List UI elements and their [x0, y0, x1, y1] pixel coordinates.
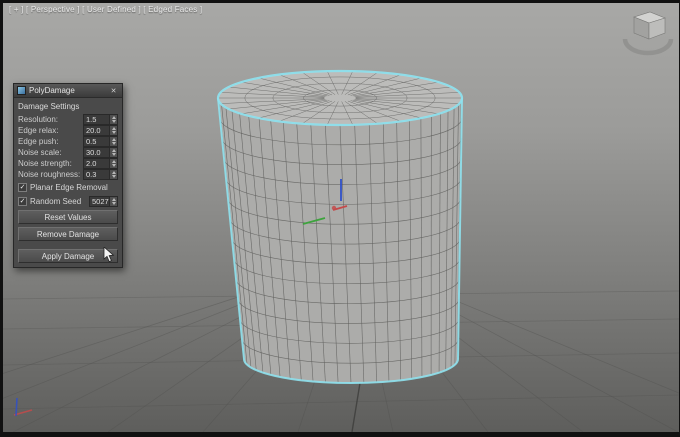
field-value: 30.0 — [86, 147, 101, 157]
remove-damage-button[interactable]: Remove Damage — [18, 227, 118, 241]
field-row-noise-strength: Noise strength: 2.0 — [14, 157, 122, 169]
viewcube[interactable] — [622, 11, 674, 56]
spinner[interactable] — [109, 147, 117, 157]
cylinder-object[interactable] — [216, 69, 464, 384]
viewport-3d[interactable]: [ + ] [ Perspective ] [ User Defined ] [… — [3, 3, 679, 432]
field-label: Noise roughness: — [18, 169, 81, 179]
planar-edge-removal-row: ✓ Planar Edge Removal — [14, 181, 122, 193]
field-label: Edge relax: — [18, 125, 59, 135]
field-row-noise-scale: Noise scale: 30.0 — [14, 146, 122, 158]
noise-strength-input[interactable]: 2.0 — [83, 157, 118, 169]
field-label: Resolution: — [18, 114, 59, 124]
polydamage-icon — [17, 86, 26, 95]
field-label: Noise scale: — [18, 147, 62, 157]
field-value: 0.5 — [86, 136, 97, 146]
edge-relax-input[interactable]: 20.0 — [83, 124, 118, 136]
spinner[interactable] — [109, 169, 117, 179]
application-window: [ + ] [ Perspective ] [ User Defined ] [… — [0, 0, 680, 437]
spinner[interactable] — [109, 158, 117, 168]
field-value: 5027 — [92, 196, 109, 206]
checkbox-label: Random Seed — [30, 196, 82, 206]
field-row-edge-relax: Edge relax: 20.0 — [14, 124, 122, 136]
polydamage-dialog: PolyDamage ✕ Damage Settings Resolution:… — [13, 83, 123, 268]
noise-roughness-input[interactable]: 0.3 — [83, 168, 118, 180]
checkbox-label: Planar Edge Removal — [30, 182, 108, 192]
resolution-input[interactable]: 1.5 — [83, 113, 118, 125]
random-seed-input[interactable]: 5027 — [89, 195, 118, 207]
mouse-cursor — [103, 246, 115, 268]
field-label: Noise strength: — [18, 158, 72, 168]
field-row-edge-push: Edge push: 0.5 — [14, 135, 122, 147]
close-icon[interactable]: ✕ — [108, 86, 119, 96]
spinner[interactable] — [109, 125, 117, 135]
field-value: 0.3 — [86, 169, 97, 179]
reset-values-button[interactable]: Reset Values — [18, 210, 118, 224]
edge-push-input[interactable]: 0.5 — [83, 135, 118, 147]
noise-scale-input[interactable]: 30.0 — [83, 146, 118, 158]
section-title: Damage Settings — [18, 102, 80, 111]
field-value: 2.0 — [86, 158, 97, 168]
field-value: 20.0 — [86, 125, 101, 135]
random-seed-checkbox[interactable]: ✓ — [18, 196, 27, 206]
world-axis-tripod — [13, 397, 33, 417]
field-value: 1.5 — [86, 114, 97, 124]
spinner[interactable] — [109, 136, 117, 146]
spinner[interactable] — [109, 196, 117, 206]
field-label: Edge push: — [18, 136, 59, 146]
dialog-title: PolyDamage — [29, 86, 75, 95]
viewport-label[interactable]: [ + ] [ Perspective ] [ User Defined ] [… — [9, 5, 202, 14]
field-row-noise-roughness: Noise roughness: 0.3 — [14, 168, 122, 180]
planar-edge-removal-checkbox[interactable]: ✓ — [18, 182, 27, 192]
field-row-resolution: Resolution: 1.5 — [14, 113, 122, 125]
spinner[interactable] — [109, 114, 117, 124]
dialog-titlebar[interactable]: PolyDamage ✕ — [14, 84, 122, 98]
random-seed-row: ✓ Random Seed 5027 — [14, 195, 122, 207]
